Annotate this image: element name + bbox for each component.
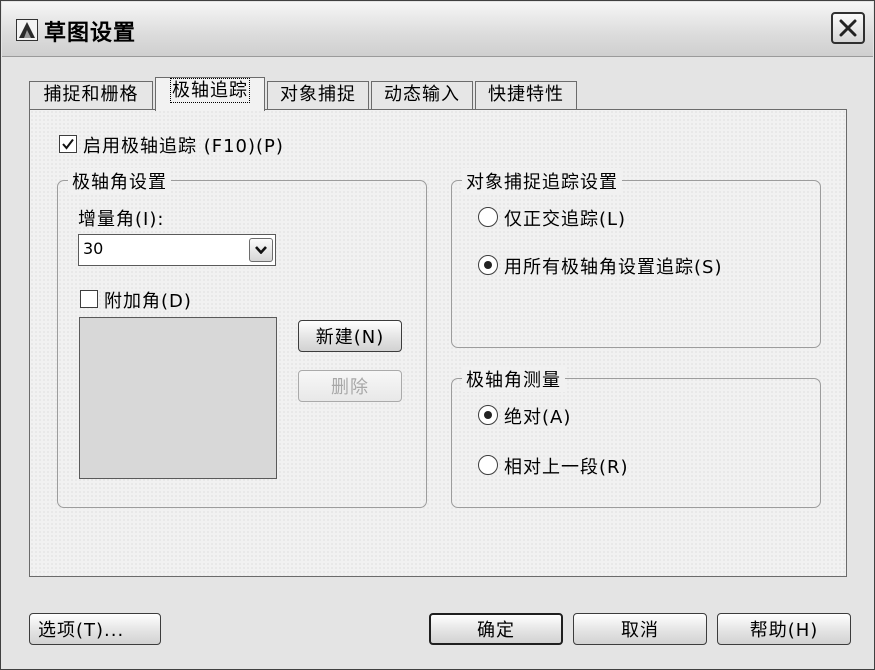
polar-tracking-panel: 启用极轴追踪 (F10)(P) 极轴角设置 增量角(I): 30 附加角(D) … — [29, 109, 847, 577]
autocad-app-icon — [16, 19, 38, 41]
orthogonal-tracking-radio[interactable] — [478, 207, 498, 227]
relative-to-last-segment-radio[interactable] — [478, 455, 498, 475]
all-polar-tracking-radio[interactable] — [478, 255, 498, 275]
increment-angle-value: 30 — [83, 239, 104, 258]
tab-quick-properties[interactable]: 快捷特性 — [475, 81, 577, 109]
tab-dynamic-input[interactable]: 动态输入 — [371, 81, 473, 109]
polar-angle-settings-group: 极轴角设置 增量角(I): 30 附加角(D) 新建(N) 删除 — [57, 168, 427, 508]
delete-angle-button[interactable]: 删除 — [298, 370, 402, 402]
ok-button[interactable]: 确定 — [429, 613, 563, 645]
polar-angle-measurement-group: 极轴角测量 绝对(A) 相对上一段(R) — [451, 366, 821, 508]
tab-snap-and-grid[interactable]: 捕捉和栅格 — [29, 81, 153, 109]
object-snap-tracking-group: 对象捕捉追踪设置 仅正交追踪(L) 用所有极轴角设置追踪(S) — [451, 168, 821, 348]
drafting-settings-dialog: 草图设置 捕捉和栅格 极轴追踪 对象捕捉 动态输入 快捷特性 启用极轴追踪 (F… — [0, 0, 875, 670]
options-button[interactable]: 选项(T)... — [29, 613, 161, 645]
increment-angle-select[interactable]: 30 — [78, 234, 276, 266]
radio-selected-dot — [484, 261, 492, 269]
orthogonal-tracking-label[interactable]: 仅正交追踪(L) — [504, 205, 626, 231]
absolute-radio[interactable] — [478, 405, 498, 425]
new-angle-button[interactable]: 新建(N) — [298, 320, 402, 352]
object-snap-tracking-legend: 对象捕捉追踪设置 — [462, 168, 622, 194]
absolute-label[interactable]: 绝对(A) — [504, 403, 571, 429]
radio-selected-dot — [484, 411, 492, 419]
tab-object-snap[interactable]: 对象捕捉 — [267, 81, 369, 109]
polar-angle-settings-legend: 极轴角设置 — [68, 168, 171, 194]
enable-polar-tracking-label[interactable]: 启用极轴追踪 (F10)(P) — [83, 132, 284, 158]
help-button[interactable]: 帮助(H) — [717, 613, 851, 645]
dropdown-arrow-button[interactable] — [249, 238, 273, 262]
polar-angle-measurement-legend: 极轴角测量 — [462, 366, 565, 392]
title-bar[interactable]: 草图设置 — [2, 2, 873, 57]
additional-angles-checkbox[interactable] — [80, 290, 98, 308]
close-icon — [839, 19, 857, 37]
additional-angles-label[interactable]: 附加角(D) — [104, 287, 192, 313]
checkmark-icon — [62, 138, 74, 150]
close-button[interactable] — [831, 12, 865, 44]
chevron-down-icon — [255, 246, 267, 254]
window-title: 草图设置 — [44, 21, 137, 46]
tab-polar-tracking[interactable]: 极轴追踪 — [155, 77, 265, 111]
additional-angles-list[interactable] — [79, 317, 277, 479]
cancel-button[interactable]: 取消 — [573, 613, 707, 645]
enable-polar-tracking-checkbox[interactable] — [59, 135, 77, 153]
increment-angle-label: 增量角(I): — [78, 209, 165, 230]
all-polar-tracking-label[interactable]: 用所有极轴角设置追踪(S) — [504, 253, 722, 279]
relative-to-last-segment-label[interactable]: 相对上一段(R) — [504, 453, 629, 479]
